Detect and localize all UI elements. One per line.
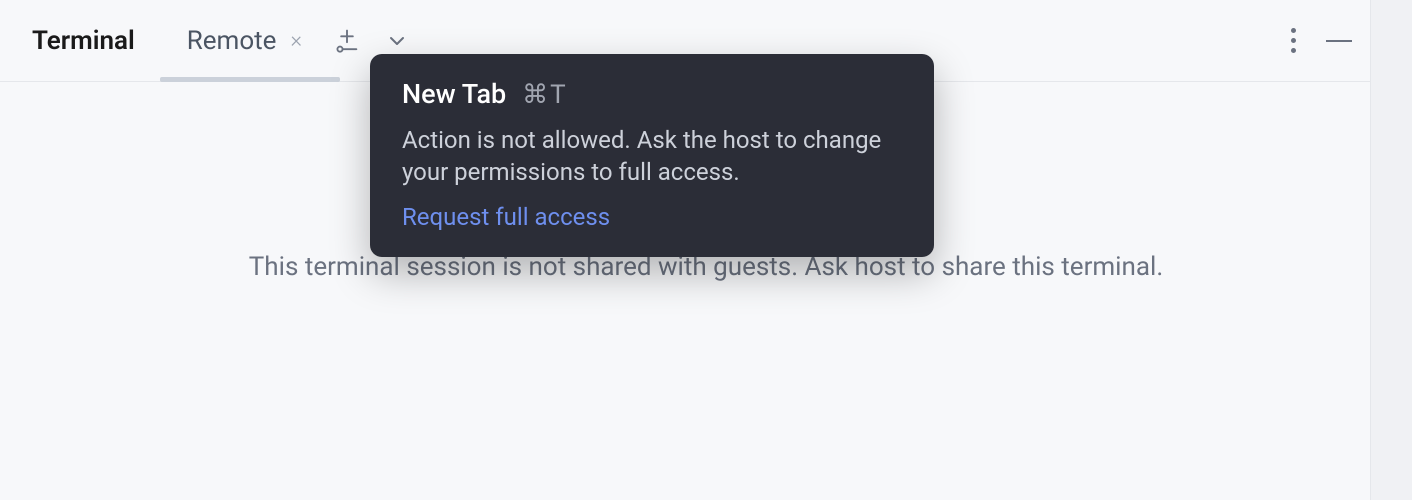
active-tab-underline xyxy=(160,77,340,82)
terminal-tab-label[interactable]: Terminal xyxy=(20,0,147,81)
permission-tooltip: New Tab ⌘T Action is not allowed. Ask th… xyxy=(370,54,934,257)
kebab-menu-icon[interactable] xyxy=(1285,22,1302,59)
tab-action-group xyxy=(332,26,412,56)
scrollbar-track[interactable] xyxy=(1370,0,1412,500)
request-full-access-link[interactable]: Request full access xyxy=(402,203,902,231)
chevron-down-icon[interactable] xyxy=(382,26,412,56)
tooltip-shortcut: ⌘T xyxy=(522,80,568,110)
minimize-icon[interactable] xyxy=(1326,40,1352,42)
close-tab-icon[interactable]: × xyxy=(290,28,302,53)
tooltip-title: New Tab xyxy=(402,78,506,110)
tooltip-body: Action is not allowed. Ask the host to c… xyxy=(402,124,902,189)
tooltip-header: New Tab ⌘T xyxy=(402,78,902,110)
new-tab-icon[interactable] xyxy=(332,26,362,56)
remote-tab-label: Remote xyxy=(187,26,277,56)
remote-tab[interactable]: Remote × xyxy=(175,0,314,81)
